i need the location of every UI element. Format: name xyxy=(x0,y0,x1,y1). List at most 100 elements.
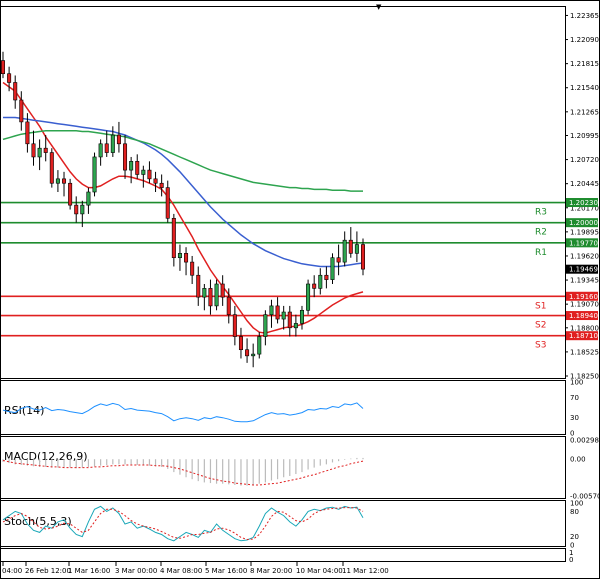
candle-body xyxy=(159,182,164,188)
candle-body xyxy=(263,314,268,337)
price-tick-label: 1.22090 xyxy=(570,36,599,44)
stoch-tick-label: 80 xyxy=(570,508,579,516)
level-value-s1: 1.19160 xyxy=(569,293,598,301)
stoch-tick-label: 100 xyxy=(570,500,583,508)
candle-body xyxy=(208,288,213,307)
level-name-r1: R1 xyxy=(535,248,547,258)
price-tick-label: 1.21265 xyxy=(570,108,599,116)
candle-body xyxy=(342,239,347,263)
candle-body xyxy=(293,323,298,329)
candle-body xyxy=(147,169,152,180)
candle-body xyxy=(330,257,335,280)
candle-body xyxy=(287,311,292,329)
time-tick-label: 04:00 xyxy=(2,567,22,575)
candle-body xyxy=(220,283,225,298)
candle-body xyxy=(7,73,12,83)
price-tick-label: 1.21540 xyxy=(570,84,599,92)
level-value-s2: 1.18940 xyxy=(569,312,598,320)
candle-body xyxy=(275,305,280,320)
time-tick-label: 3 Mar 00:00 xyxy=(115,567,157,575)
candle-body xyxy=(336,257,341,263)
candle-body xyxy=(232,314,237,337)
candle-body xyxy=(269,305,274,315)
time-tick-label: 5 Mar 16:00 xyxy=(205,567,247,575)
price-tick-label: 1.19345 xyxy=(570,277,599,285)
time-tick-label: 26 Feb 12:00 xyxy=(25,567,71,575)
candle-body xyxy=(37,147,42,158)
price-tick-label: 1.19070 xyxy=(570,301,599,309)
candle xyxy=(49,148,54,188)
price-tick-label: 1.20995 xyxy=(570,132,599,140)
chart-frame xyxy=(0,0,600,579)
candle-body xyxy=(19,99,24,123)
candle-body xyxy=(238,336,243,351)
candle-body xyxy=(86,191,91,206)
candle-body xyxy=(92,156,97,193)
candle-body xyxy=(251,353,256,357)
candle-body xyxy=(196,274,201,298)
candle-body xyxy=(0,60,6,75)
candle xyxy=(330,253,335,284)
level-value-r1: 1.19770 xyxy=(569,239,598,247)
candle-body xyxy=(318,274,323,289)
price-tick-label: 1.19895 xyxy=(570,228,599,236)
candle-body xyxy=(324,274,329,280)
candle-body xyxy=(281,311,286,320)
candle-body xyxy=(55,178,60,184)
candle-body xyxy=(153,178,158,184)
candle-body xyxy=(98,143,103,158)
empty-panel-tick: 0 xyxy=(569,556,573,564)
candle-body xyxy=(49,152,54,184)
current-price-label: 1.19469 xyxy=(569,266,598,274)
candle-body xyxy=(171,217,176,259)
level-name-r3: R3 xyxy=(535,208,547,218)
candle-body xyxy=(299,309,304,324)
candle-body xyxy=(190,261,195,276)
rsi-tick-label: 100 xyxy=(570,379,583,387)
candle-body xyxy=(214,283,219,307)
candle xyxy=(214,279,219,311)
candle-body xyxy=(74,204,79,215)
candle-body xyxy=(104,143,109,153)
candle-body xyxy=(43,147,48,153)
level-value-r2: 1.20000 xyxy=(569,219,598,227)
candle-body xyxy=(80,204,85,215)
candle-body xyxy=(312,283,317,289)
candle-body xyxy=(257,336,262,355)
candle-body xyxy=(13,82,18,101)
candle-body xyxy=(31,143,36,158)
time-tick-label: 10 Mar 04:00 xyxy=(296,567,343,575)
time-tick-label: 8 Mar 20:00 xyxy=(250,567,292,575)
candle-body xyxy=(116,134,121,145)
rsi-title: RSI(14) xyxy=(4,404,44,417)
price-tick-label: 1.18525 xyxy=(570,348,599,356)
time-tick-label: 11 Mar 12:00 xyxy=(342,567,389,575)
candle-body xyxy=(25,121,30,145)
candle-body xyxy=(123,143,128,171)
candle-body xyxy=(165,187,170,219)
candle xyxy=(92,152,97,197)
rsi-tick-label: 70 xyxy=(570,394,579,402)
stoch-tick-label: 20 xyxy=(570,533,579,541)
level-value-r3: 1.20230 xyxy=(569,199,598,207)
time-tick-label: 4 Mar 08:00 xyxy=(160,567,202,575)
price-tick-label: 1.21815 xyxy=(570,60,599,68)
level-name-s3: S3 xyxy=(535,341,546,351)
macd-tick-label: 0.00 xyxy=(570,456,586,464)
price-tick-label: 1.20445 xyxy=(570,180,599,188)
candle-body xyxy=(245,349,250,357)
macd-tick-label: 0.002981 xyxy=(570,437,600,445)
level-value-s3: 1.18710 xyxy=(569,332,598,340)
level-name-s2: S2 xyxy=(535,321,546,331)
candle-body xyxy=(129,161,134,171)
time-tick-label: 1 Mar 16:00 xyxy=(68,567,110,575)
candle-body xyxy=(68,182,73,206)
candle-body xyxy=(135,161,140,175)
candle-body xyxy=(110,134,115,153)
candle-body xyxy=(141,169,146,175)
rsi-tick-label: 30 xyxy=(570,414,579,422)
candle-body xyxy=(177,253,182,259)
price-tick-label: 1.20720 xyxy=(570,156,599,164)
candle xyxy=(68,178,73,210)
level-name-s1: S1 xyxy=(535,301,546,311)
